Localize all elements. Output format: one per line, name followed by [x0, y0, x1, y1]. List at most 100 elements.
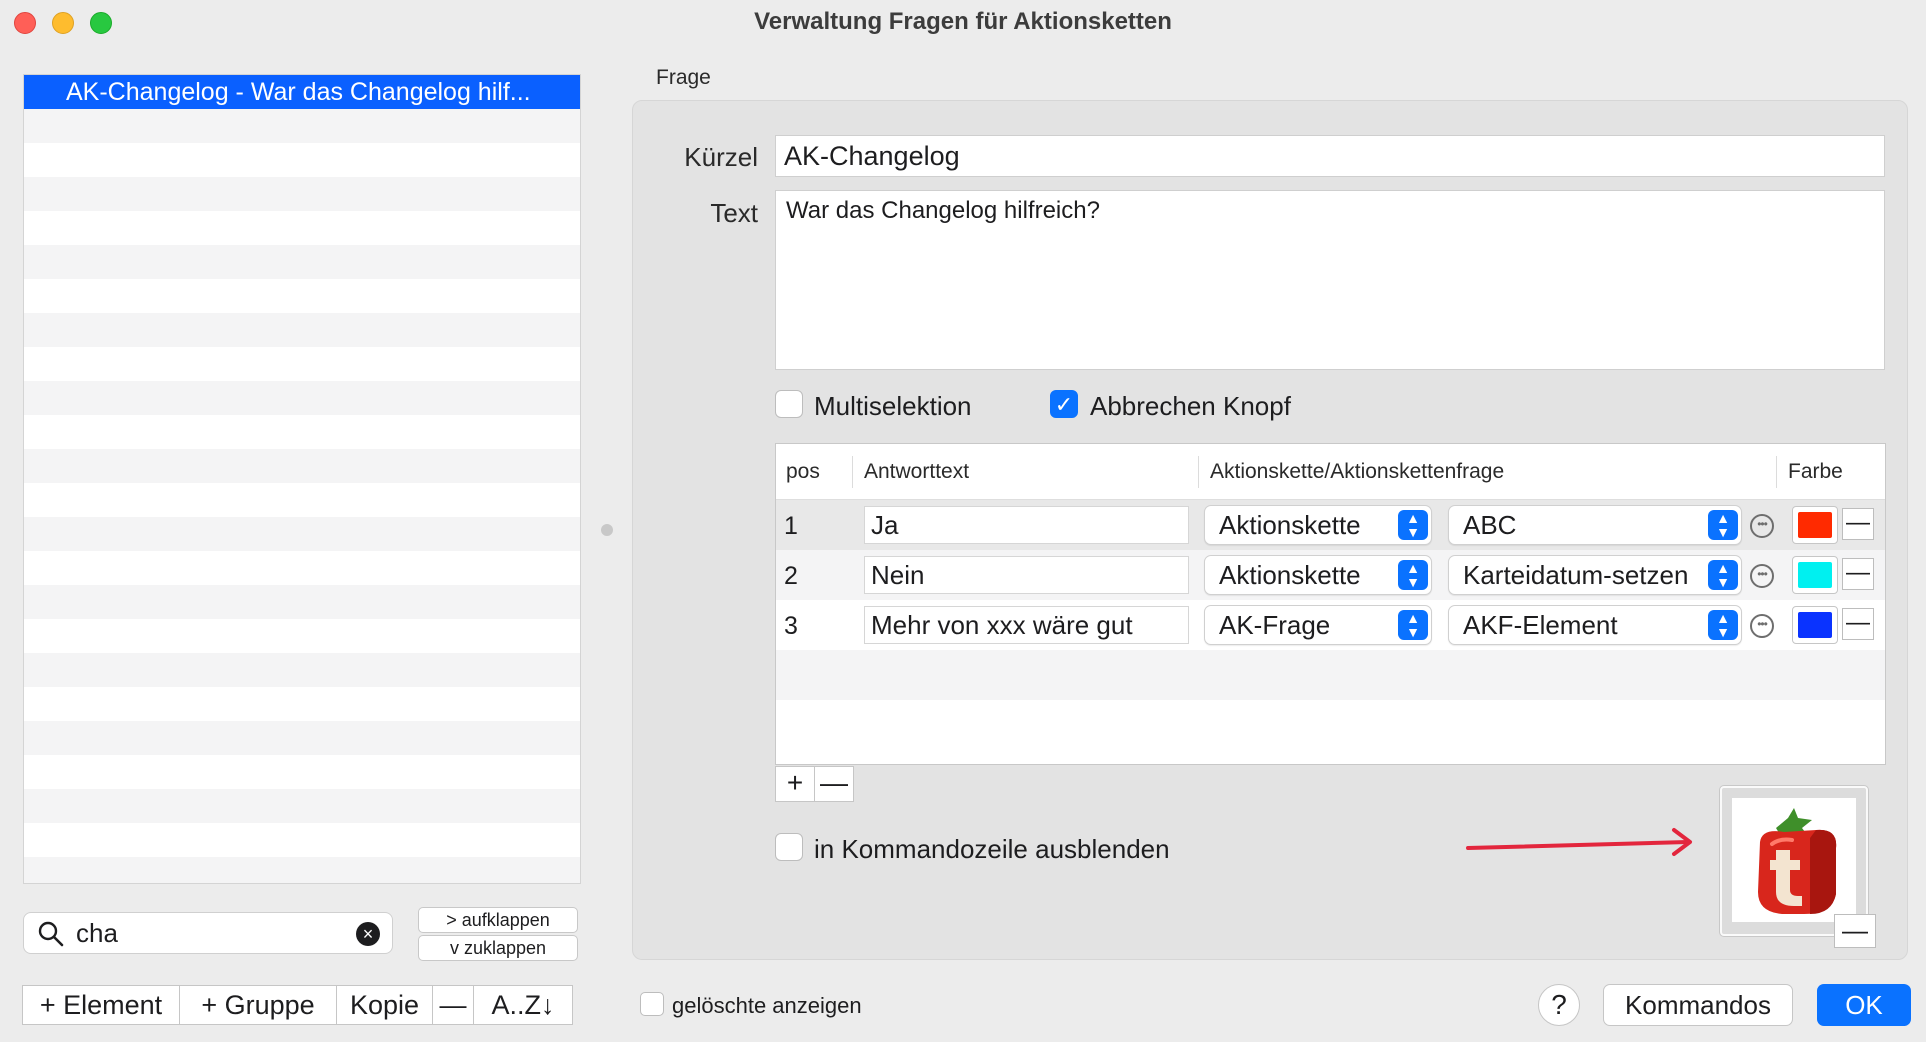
action-type-value: Aktionskette [1219, 510, 1361, 540]
show-deleted-checkbox[interactable] [640, 992, 664, 1016]
answers-table[interactable]: pos Antworttext Aktionskette/Aktionskett… [775, 443, 1886, 765]
more-options-icon[interactable]: ••• [1750, 564, 1774, 588]
splitter-handle[interactable] [601, 524, 613, 536]
table-row[interactable]: 2 Nein Aktionskette ▲ ▼ Karteidatum-setze… [776, 550, 1885, 600]
list-row-empty [24, 177, 580, 211]
action-target-value: Karteidatum-setzen [1463, 560, 1689, 590]
search-icon [38, 921, 64, 947]
list-row-empty [24, 721, 580, 755]
list-row-empty [24, 279, 580, 313]
text-label: Text [710, 198, 758, 228]
remove-element-button[interactable]: — [432, 985, 474, 1025]
action-type-popup[interactable]: AK-Frage ▲ ▼ [1204, 605, 1432, 645]
abbrechen-label: Abbrechen Knopf [1090, 391, 1291, 421]
list-row-empty [24, 653, 580, 687]
add-group-button[interactable]: + Gruppe [179, 985, 337, 1025]
color-swatch [1798, 512, 1832, 538]
list-row-empty [24, 381, 580, 415]
kuerzel-label: Kürzel [684, 142, 758, 172]
list-row-empty [24, 143, 580, 177]
action-target-popup[interactable]: Karteidatum-setzen ▲ ▼ [1448, 555, 1742, 595]
list-row-empty [24, 857, 580, 883]
list-row-empty [24, 687, 580, 721]
add-row-button[interactable]: + [775, 766, 815, 802]
answer-field[interactable]: Ja [864, 506, 1189, 544]
window-title: Verwaltung Fragen für Aktionsketten [754, 8, 1172, 35]
column-divider [1776, 456, 1777, 488]
list-row-empty [24, 245, 580, 279]
header-color[interactable]: Farbe [1788, 460, 1843, 484]
list-row-empty [24, 585, 580, 619]
color-well[interactable] [1792, 606, 1838, 644]
table-row-empty [776, 700, 1885, 750]
add-element-button[interactable]: + Element [22, 985, 180, 1025]
remove-image-button[interactable]: — [1834, 914, 1876, 948]
table-header: pos Antworttext Aktionskette/Aktionskett… [776, 444, 1885, 500]
help-button[interactable]: ? [1538, 984, 1580, 1026]
show-deleted-label: gelöschte anzeigen [672, 993, 862, 1018]
header-answer[interactable]: Antworttext [864, 460, 969, 484]
question-list[interactable]: AK-Changelog - War das Changelog hilf... [23, 74, 581, 884]
row-pos: 1 [784, 512, 798, 540]
chevron-updown-icon: ▲ ▼ [1708, 610, 1738, 640]
remove-color-button[interactable]: — [1842, 558, 1874, 590]
action-target-value: AKF-Element [1463, 610, 1618, 640]
table-row[interactable]: 3 Mehr von xxx wäre gut AK-Frage ▲ ▼ AKF-… [776, 600, 1885, 650]
more-options-icon[interactable]: ••• [1750, 514, 1774, 538]
action-target-popup[interactable]: AKF-Element ▲ ▼ [1448, 605, 1742, 645]
answer-field[interactable]: Mehr von xxx wäre gut [864, 606, 1189, 644]
search-input[interactable] [76, 917, 316, 949]
chevron-updown-icon: ▲ ▼ [1398, 560, 1428, 590]
header-pos[interactable]: pos [786, 460, 820, 484]
action-type-popup[interactable]: Aktionskette ▲ ▼ [1204, 555, 1432, 595]
list-row-empty [24, 415, 580, 449]
ok-button[interactable]: OK [1817, 984, 1911, 1026]
list-row-empty [24, 313, 580, 347]
kommandozeile-checkbox[interactable] [775, 833, 803, 861]
multiselektion-checkbox[interactable] [775, 390, 803, 418]
color-well[interactable] [1792, 556, 1838, 594]
kuerzel-field[interactable]: AK-Changelog [775, 135, 1885, 177]
sort-button[interactable]: A..Z↓ [473, 985, 573, 1025]
list-row-empty [24, 619, 580, 653]
header-action[interactable]: Aktionskette/Aktionskettenfrage [1210, 460, 1504, 484]
color-swatch [1798, 612, 1832, 638]
list-row-empty [24, 789, 580, 823]
remove-row-button[interactable]: — [814, 766, 854, 802]
list-item-selected[interactable]: AK-Changelog - War das Changelog hilf... [24, 75, 580, 109]
action-type-value: AK-Frage [1219, 610, 1331, 640]
text-area[interactable]: War das Changelog hilfreich? [775, 190, 1885, 370]
action-target-popup[interactable]: ABC ▲ ▼ [1448, 505, 1742, 545]
row-edit-controls: + — [775, 766, 854, 802]
search-field[interactable]: × [23, 912, 393, 954]
clear-search-icon[interactable]: × [356, 922, 380, 946]
action-target-value: ABC [1463, 510, 1517, 540]
list-row-empty [24, 517, 580, 551]
multiselektion-label: Multiselektion [814, 391, 972, 421]
section-label: Frage [656, 66, 711, 89]
list-row-empty [24, 347, 580, 381]
list-toolbar: + Element + Gruppe Kopie — A..Z↓ [22, 985, 573, 1025]
tomato-logo-icon [1732, 798, 1856, 922]
action-type-popup[interactable]: Aktionskette ▲ ▼ [1204, 505, 1432, 545]
table-row[interactable]: 1 Ja Aktionskette ▲ ▼ ABC ▲ ▼ ••• — [776, 500, 1885, 550]
list-row-empty [24, 823, 580, 857]
color-well[interactable] [1792, 506, 1838, 544]
chevron-updown-icon: ▲ ▼ [1708, 560, 1738, 590]
list-row-empty [24, 483, 580, 517]
remove-color-button[interactable]: — [1842, 508, 1874, 540]
abbrechen-checkbox[interactable]: ✓ [1050, 390, 1078, 418]
answer-field[interactable]: Nein [864, 556, 1189, 594]
row-pos: 3 [784, 612, 798, 640]
list-row-empty [24, 109, 580, 143]
column-divider [1198, 456, 1199, 488]
action-type-value: Aktionskette [1219, 560, 1361, 590]
more-options-icon[interactable]: ••• [1750, 614, 1774, 638]
chevron-updown-icon: ▲ ▼ [1398, 610, 1428, 640]
collapse-button[interactable]: v zuklappen [418, 935, 578, 961]
expand-button[interactable]: > aufklappen [418, 907, 578, 933]
kommandos-button[interactable]: Kommandos [1603, 984, 1793, 1026]
copy-button[interactable]: Kopie [336, 985, 433, 1025]
remove-color-button[interactable]: — [1842, 608, 1874, 640]
table-row-empty [776, 650, 1885, 700]
